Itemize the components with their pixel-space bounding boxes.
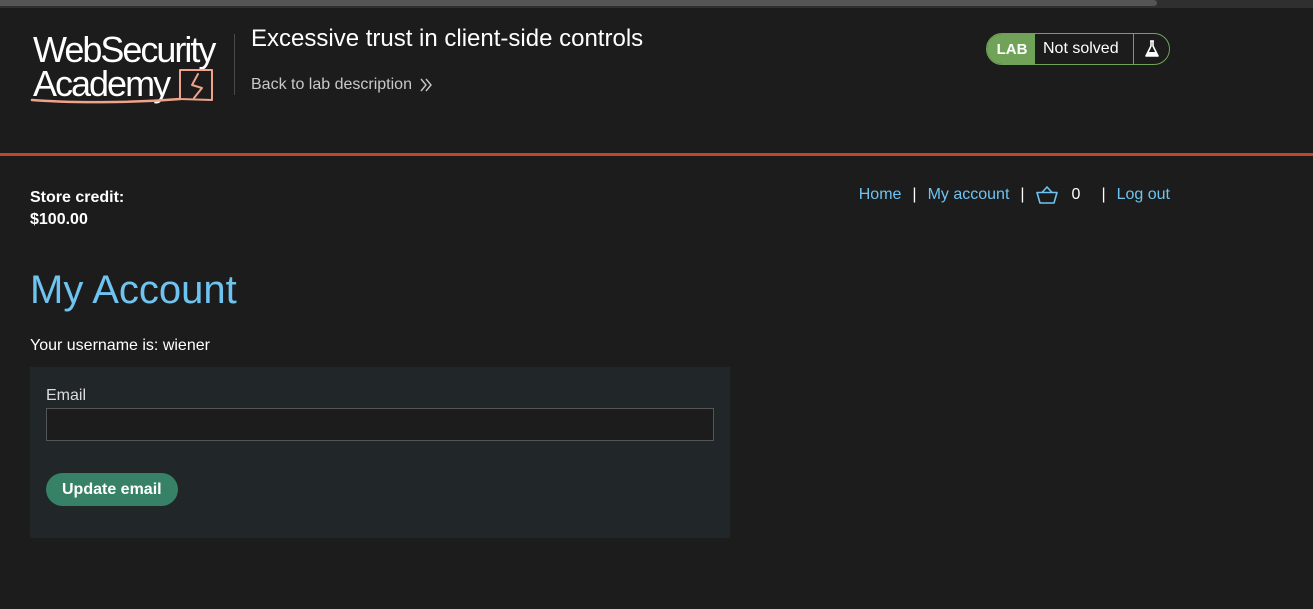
header-accent-rule bbox=[0, 153, 1313, 156]
store-credit: Store credit: $100.00 bbox=[30, 187, 124, 231]
update-email-button[interactable]: Update email bbox=[46, 473, 178, 506]
page-title: My Account bbox=[30, 268, 237, 312]
username-line: Your username is: wiener bbox=[30, 337, 210, 354]
scrollbar-thumb[interactable] bbox=[0, 0, 1157, 6]
back-link-label: Back to lab description bbox=[251, 76, 412, 93]
update-email-form: Email Update email bbox=[30, 367, 730, 538]
web-security-academy-logo[interactable]: WebSecurity Academy bbox=[30, 30, 232, 106]
lab-title: Excessive trust in client-side controls bbox=[251, 25, 644, 52]
flask-icon[interactable] bbox=[1134, 34, 1169, 64]
double-chevron-right-icon bbox=[420, 78, 432, 92]
store-credit-value: $100.00 bbox=[30, 211, 88, 228]
nav-separator: | bbox=[1020, 186, 1025, 203]
email-label: Email bbox=[46, 387, 87, 404]
nav-log-out-link[interactable]: Log out bbox=[1117, 186, 1170, 204]
nav-home-link[interactable]: Home bbox=[859, 186, 902, 204]
top-navigation: Home | My account | 0 | Log out bbox=[859, 186, 1170, 204]
cart-count: 0 bbox=[1071, 186, 1081, 203]
back-to-lab-description-link[interactable]: Back to lab description bbox=[251, 76, 432, 94]
logo-swoosh-icon bbox=[30, 69, 213, 104]
nav-separator: | bbox=[1101, 186, 1106, 203]
lab-status-widget: LAB Not solved bbox=[986, 33, 1170, 65]
lab-badge: LAB bbox=[987, 34, 1035, 64]
email-input[interactable] bbox=[46, 408, 714, 441]
nav-my-account-link[interactable]: My account bbox=[928, 186, 1010, 204]
browser-scrollbar[interactable] bbox=[0, 0, 1313, 8]
header-divider bbox=[234, 34, 235, 95]
nav-separator: | bbox=[912, 186, 917, 203]
cart-link[interactable]: 0 bbox=[1035, 186, 1091, 204]
basket-icon bbox=[1035, 186, 1058, 204]
lab-status-text: Not solved bbox=[1035, 34, 1134, 64]
store-credit-label: Store credit: bbox=[30, 189, 125, 206]
